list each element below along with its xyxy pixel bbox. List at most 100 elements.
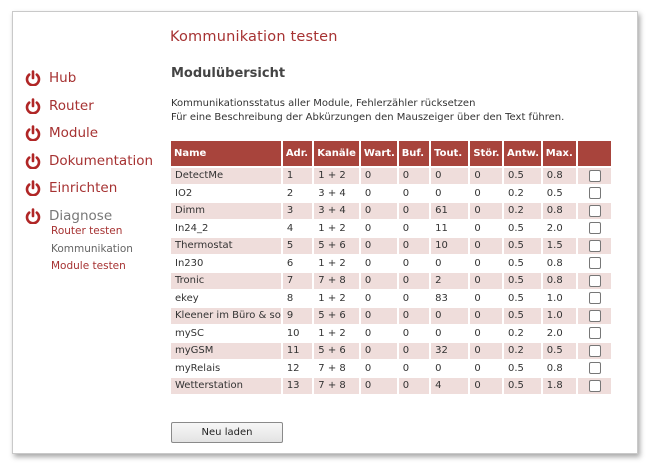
column-header[interactable]: Antw. <box>504 141 543 166</box>
nav-item-router[interactable]: Router <box>25 96 153 116</box>
table-cell: 1 + 2 <box>314 253 361 271</box>
nav-item-label: Einrichten <box>49 180 118 196</box>
table-cell: 0 <box>470 341 505 359</box>
table-cell: 0 <box>360 323 399 341</box>
table-cell: 0.5 <box>504 253 543 271</box>
row-checkbox[interactable] <box>588 274 601 287</box>
reload-button[interactable]: Neu laden <box>171 422 283 443</box>
table-cell: 0.5 <box>504 288 543 306</box>
table-cell: 0 <box>470 236 505 254</box>
column-header[interactable]: Buf. <box>398 141 432 166</box>
power-icon <box>25 70 41 86</box>
table-cell: 0.8 <box>542 253 579 271</box>
table-cell: 0 <box>360 236 399 254</box>
table-cell: 0 <box>398 341 432 359</box>
table-cell: 0 <box>398 166 432 184</box>
column-header[interactable]: Wart. <box>360 141 399 166</box>
row-checkbox[interactable] <box>588 169 601 182</box>
row-checkbox[interactable] <box>588 344 601 357</box>
table-cell: 0 <box>360 341 399 359</box>
table-cell: 0 <box>431 323 471 341</box>
table-cell: In24_2 <box>171 218 283 236</box>
sidebar-nav: Hub Router Module Dokumentation Einricht… <box>25 68 153 233</box>
table-cell: 0 <box>360 201 399 219</box>
nav-item-dokumentation[interactable]: Dokumentation <box>25 151 153 171</box>
subnav-router-testen[interactable]: Router testen <box>51 225 122 237</box>
table-cell: 0 <box>398 288 432 306</box>
table-cell: 12 <box>282 358 315 376</box>
row-select-cell <box>578 201 611 219</box>
table-cell: 11 <box>431 218 471 236</box>
row-select-cell <box>578 218 611 236</box>
subnav-kommunikation[interactable]: Kommunikation <box>51 243 133 255</box>
row-checkbox[interactable] <box>588 327 601 340</box>
description-line-1: Kommunikationsstatus aller Module, Fehle… <box>171 98 476 109</box>
table-row: Dimm 3 3 + 4 0 0 61 0 0.2 0.8 <box>171 201 611 219</box>
table-cell: 1.0 <box>542 306 579 324</box>
table-cell: 0 <box>360 358 399 376</box>
table-cell: 0 <box>431 183 471 201</box>
table-row: myRelais 12 7 + 8 0 0 0 0 0.5 0.8 <box>171 358 611 376</box>
section-title: Modulübersicht <box>171 66 286 81</box>
row-checkbox[interactable] <box>588 379 601 392</box>
row-checkbox[interactable] <box>588 362 601 375</box>
nav-item-label: Router <box>49 97 94 114</box>
table-body: DetectMe 1 1 + 2 0 0 0 0 0.5 0.8 IO2 2 3 + 4 0 0 0 0 0.2… <box>171 166 611 394</box>
table-cell: 0 <box>431 166 471 184</box>
power-icon <box>25 180 41 196</box>
table-cell: 0 <box>431 253 471 271</box>
column-header[interactable] <box>578 141 611 166</box>
column-header[interactable]: Tout. <box>431 141 471 166</box>
nav-item-module[interactable]: Module <box>25 123 153 143</box>
column-header[interactable]: Name <box>171 141 283 166</box>
table-cell: 2 <box>431 271 471 289</box>
table-cell: 0 <box>470 323 505 341</box>
column-header[interactable]: Kanäle <box>314 141 361 166</box>
subnav-module-testen[interactable]: Module testen <box>51 260 126 272</box>
table-cell: 0 <box>470 271 505 289</box>
table-cell: 0 <box>470 253 505 271</box>
table-cell: 0 <box>470 166 505 184</box>
table-cell: 0 <box>398 218 432 236</box>
nav-item-label: Module <box>49 125 99 141</box>
table-cell: 0 <box>360 288 399 306</box>
table-cell: 6 <box>282 253 315 271</box>
table-cell: 0 <box>470 218 505 236</box>
table-cell: 0 <box>360 306 399 324</box>
table-cell: 32 <box>431 341 471 359</box>
table-cell: 0.8 <box>542 358 579 376</box>
column-header[interactable]: Max. <box>542 141 579 166</box>
power-icon <box>25 97 41 114</box>
row-checkbox[interactable] <box>588 222 601 235</box>
table-cell: 0 <box>398 271 432 289</box>
row-checkbox[interactable] <box>588 204 601 217</box>
nav-item-diagnose[interactable]: Diagnose <box>25 206 153 226</box>
row-checkbox[interactable] <box>588 309 601 322</box>
row-checkbox[interactable] <box>588 239 601 252</box>
table-row: myGSM 11 5 + 6 0 0 32 0 0.2 0.5 <box>171 341 611 359</box>
row-checkbox[interactable] <box>588 257 601 270</box>
table-cell: 0 <box>360 253 399 271</box>
row-checkbox[interactable] <box>588 292 601 305</box>
row-checkbox[interactable] <box>588 187 601 200</box>
row-select-cell <box>578 183 611 201</box>
table-row: DetectMe 1 1 + 2 0 0 0 0 0.5 0.8 <box>171 166 611 184</box>
table-cell: 0 <box>398 323 432 341</box>
table-cell: myGSM <box>171 341 283 359</box>
column-header[interactable]: Adr. <box>282 141 315 166</box>
nav-item-einrichten[interactable]: Einrichten <box>25 178 153 198</box>
column-header[interactable]: Stör. <box>470 141 505 166</box>
table-cell: 7 <box>282 271 315 289</box>
table-cell: 0 <box>360 166 399 184</box>
table-cell: Kleener im Büro & so <box>171 306 283 324</box>
table-row: Kleener im Büro & so 9 5 + 6 0 0 0 0 0.5 1.0 <box>171 306 611 324</box>
table-cell: 0 <box>398 201 432 219</box>
table-cell: 10 <box>282 323 315 341</box>
table-cell: 0 <box>398 358 432 376</box>
table-cell: Thermostat <box>171 236 283 254</box>
nav-item-hub[interactable]: Hub <box>25 68 153 88</box>
table-row: mySC 10 1 + 2 0 0 0 0 0.2 2.0 <box>171 323 611 341</box>
table-cell: 0.5 <box>542 183 579 201</box>
table-cell: 1.0 <box>542 288 579 306</box>
table-cell: 3 + 4 <box>314 183 361 201</box>
